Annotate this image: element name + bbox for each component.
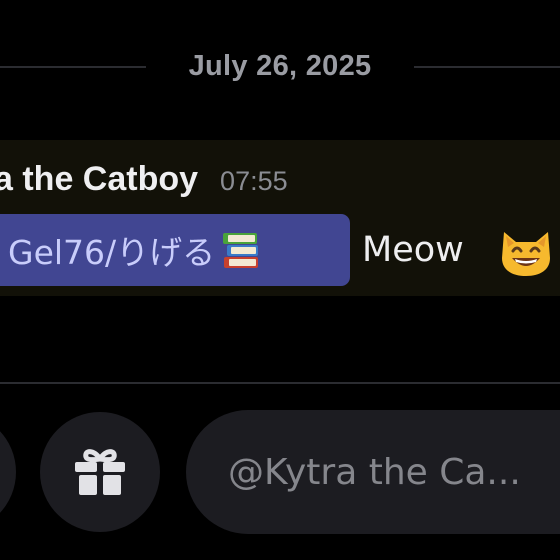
date-label: July 26, 2025 <box>188 50 372 82</box>
books-icon <box>221 230 261 270</box>
gift-button[interactable] <box>40 412 160 532</box>
user-mention[interactable]: Gel76/りげる <box>0 214 350 286</box>
date-divider: July 26, 2025 <box>0 42 560 92</box>
highlighted-message[interactable]: a the Catboy 07:55 Gel76/りげる Meow <box>0 140 560 296</box>
message-timestamp: 07:55 <box>220 166 288 196</box>
author-username[interactable]: a the Catboy <box>0 160 198 198</box>
mention-label: Gel76/りげる <box>8 233 216 272</box>
gift-icon <box>75 449 125 495</box>
divider-line-right <box>414 66 560 68</box>
message-header: a the Catboy 07:55 <box>0 160 288 199</box>
apps-button[interactable] <box>0 412 16 532</box>
divider-line-left <box>0 66 146 68</box>
composer-separator <box>0 382 560 384</box>
message-text: Meow <box>362 230 464 270</box>
message-input[interactable] <box>186 410 560 534</box>
grinning-cat-icon <box>502 232 550 276</box>
chat-view: July 26, 2025 a the Catboy 07:55 Gel76/りげ… <box>0 0 560 560</box>
